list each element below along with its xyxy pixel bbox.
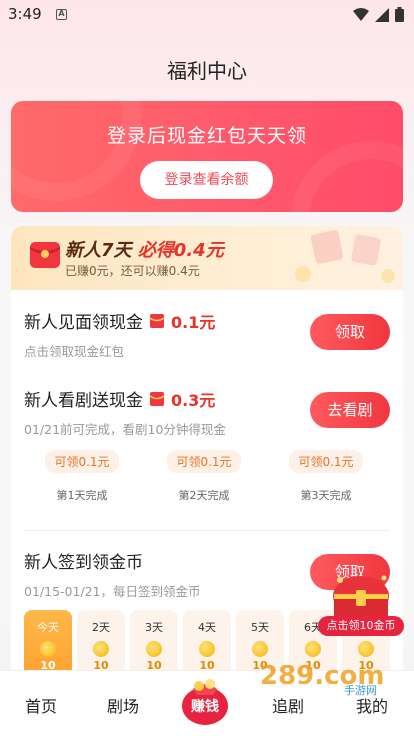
task-watch-drama: 新人看剧送现金 0.3元 01/21前可完成，看剧10分钟得现金 去看剧 [24,386,390,446]
watch-drama-button[interactable]: 去看剧 [310,392,390,428]
step-day-3: 可领0.1元 第3天完成 [276,450,376,503]
status-time: 3:49 [8,5,42,23]
banner-decoration [291,141,403,212]
task-amount: 0.3元 [171,390,216,410]
page-title: 福利中心 [167,59,247,83]
status-bar: 3:49 A [0,0,414,30]
divider [24,530,390,531]
day-label: 3天 [145,621,163,634]
login-check-balance-button[interactable]: 登录查看余额 [140,161,273,199]
nav-theater[interactable]: 剧场 [107,693,139,717]
newbie-title-main: 新人7天 [65,240,132,261]
site-watermark-logo: 289.com 手游网 [260,661,385,696]
step-pill: 可领0.1元 [289,450,363,473]
notification-icon: A [56,9,67,20]
coin-icon [146,641,162,657]
task-meet-cash: 新人见面领现金 0.1元 点击领取现金红包 领取 [24,308,390,368]
claim-button[interactable]: 领取 [310,314,390,350]
step-pill: 可领0.1元 [167,450,241,473]
task-title-text: 新人看剧送现金 [24,391,143,411]
coin-icon [252,641,268,657]
newbie-title-accent: 必得0.4元 [137,240,224,261]
task-title-text: 新人见面领现金 [24,313,143,333]
day-label: 5天 [251,621,269,634]
watermark-sub: 手游网 [344,683,377,696]
day-label: 4天 [198,621,216,634]
step-label: 第3天完成 [300,489,352,502]
step-day-1: 可领0.1元 第1天完成 [32,450,132,503]
coin-icon [199,641,215,657]
status-icons [353,7,404,22]
red-packets-decoration-icon [295,230,395,283]
nav-mine[interactable]: 我的 [356,693,388,717]
coin-icon [305,641,321,657]
task-amount: 0.1元 [171,312,216,332]
nav-follow[interactable]: 追剧 [272,693,304,717]
task-steps: 可领0.1元 第1天完成 可领0.1元 第2天完成 可领0.1元 第3天完成 [24,450,390,503]
wifi-icon [353,7,369,21]
step-pill: 可领0.1元 [45,450,119,473]
task-title-text: 新人签到领金币 [24,553,143,573]
red-envelope-icon [149,391,165,406]
red-packet-icon [30,242,60,268]
banner-decoration [11,101,141,201]
step-day-2: 可领0.1元 第2天完成 [154,450,254,503]
coin-icon [40,641,56,657]
signal-icon [375,7,389,22]
chest-claim-label[interactable]: 点击领10金币 [318,616,404,636]
nav-home[interactable]: 首页 [25,693,57,717]
step-label: 第1天完成 [56,489,108,502]
day-label: 2天 [92,621,110,634]
coin-icon [358,641,374,657]
red-envelope-icon [149,313,165,328]
newbie-subtitle: 已赚0元，还可以赚0.4元 [65,264,200,278]
battery-icon [395,7,404,22]
coin-icon [93,641,109,657]
newbie-header: 新人7天 必得0.4元 已赚0元，还可以赚0.4元 [11,226,403,290]
step-label: 第2天完成 [178,489,230,502]
nav-earn[interactable]: 赚钱 [184,696,226,716]
login-banner: 登录后现金红包天天领 登录查看余额 [11,101,403,212]
day-label: 今天 [37,621,59,634]
login-banner-title: 登录后现金红包天天领 [106,125,307,147]
newbie-title: 新人7天 必得0.4元 [65,236,224,262]
